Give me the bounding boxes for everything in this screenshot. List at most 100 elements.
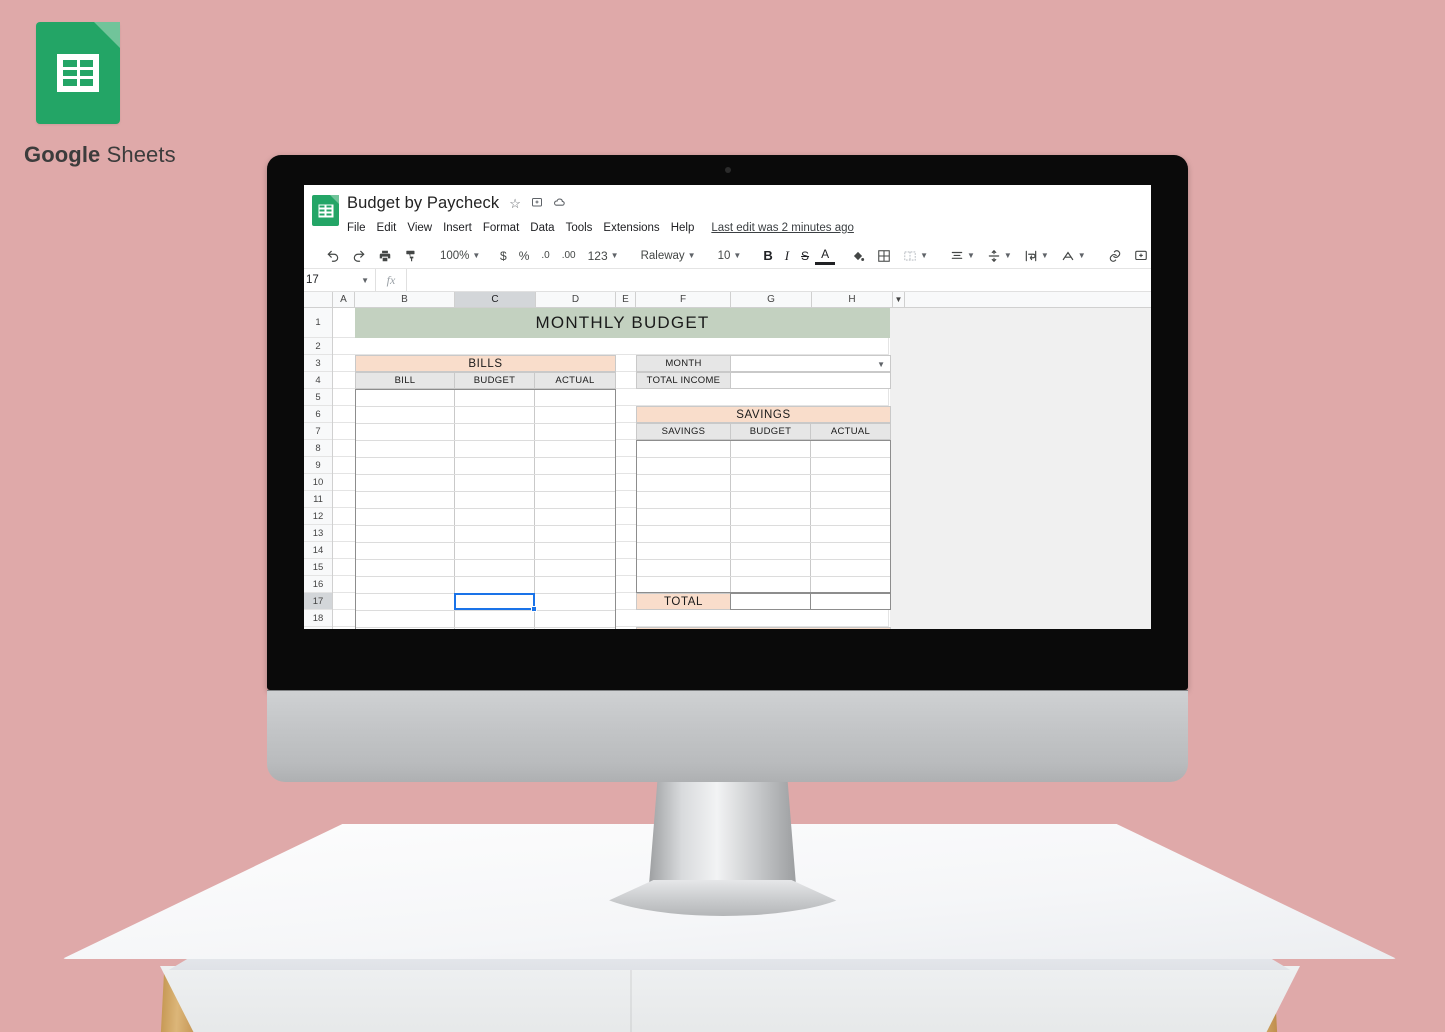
menu-item-extensions[interactable]: Extensions [603,222,659,234]
row-header-10[interactable]: 10 [304,474,332,491]
menu-item-format[interactable]: Format [483,222,519,234]
bills-col-bill: BILL [355,372,455,389]
column-header-e[interactable]: E [616,292,636,307]
row-header-6[interactable]: 6 [304,406,332,423]
paint-format-icon[interactable] [398,245,424,267]
row-header-12[interactable]: 12 [304,508,332,525]
row-header-7[interactable]: 7 [304,423,332,440]
insert-comment-icon[interactable] [1128,245,1151,267]
row-header-column: 1 2 3 4 5 6 7 8 9 10 11 12 13 14 15 16 1… [304,308,333,629]
text-wrap-icon[interactable]: ▼ [1018,245,1055,267]
savings-total-budget[interactable] [730,593,811,610]
font-size-value: 10 [717,249,731,262]
column-header-h[interactable]: H [812,292,893,307]
text-color-button[interactable]: A [815,247,836,265]
merge-cells-icon[interactable]: ▼ [897,245,934,267]
chevron-down-icon: ▼ [920,251,928,260]
strikethrough-button[interactable]: S [795,245,815,267]
currency-format-button[interactable]: $ [494,245,513,267]
document-header: Budget by Paycheck ☆ File Edit View Inse… [304,185,1151,237]
cloud-saved-icon[interactable] [553,196,566,211]
chevron-down-icon: ▼ [610,251,619,260]
doc-icon-grid [318,204,333,217]
move-to-folder-icon[interactable] [531,196,543,210]
star-icon[interactable]: ☆ [509,197,521,210]
menu-item-data[interactable]: Data [530,222,554,234]
chevron-down-icon: ▼ [687,251,696,260]
row-header-3[interactable]: 3 [304,355,332,372]
savings-section-header: SAVINGS [636,406,891,423]
row-header-13[interactable]: 13 [304,525,332,542]
insert-link-icon[interactable] [1102,245,1128,267]
month-value-dropdown[interactable]: ▼ [730,355,891,372]
row-header-19[interactable]: 19 [304,627,332,629]
debt-section-header: DEBT [636,627,891,629]
column-header-a[interactable]: A [333,292,355,307]
monthly-budget-banner: MONTHLY BUDGET [355,308,890,338]
bills-col-budget: BUDGET [454,372,535,389]
menu-item-edit[interactable]: Edit [377,222,397,234]
menu-item-tools[interactable]: Tools [566,222,593,234]
row-header-15[interactable]: 15 [304,559,332,576]
increase-decimal-button[interactable]: .00 [556,245,582,267]
menu-item-insert[interactable]: Insert [443,222,472,234]
select-all-corner[interactable] [304,292,333,307]
row-header-17[interactable]: 17 [304,593,332,610]
column-header-overflow[interactable]: ▼ [893,292,905,307]
font-size-selector[interactable]: 10 ▼ [712,245,748,267]
menu-item-file[interactable]: File [347,222,366,234]
google-sheets-icon [36,22,120,124]
menu-item-help[interactable]: Help [671,222,695,234]
savings-table-body[interactable] [636,440,891,593]
formula-input[interactable] [406,268,1151,292]
document-title[interactable]: Budget by Paycheck [347,194,499,213]
borders-icon[interactable] [871,245,897,267]
icon-page-fold [94,22,120,48]
fill-color-icon[interactable] [845,245,871,267]
document-sheets-icon [312,195,339,226]
italic-button[interactable]: I [779,245,795,267]
decrease-decimal-button[interactable]: .0 [535,245,555,267]
font-family-selector[interactable]: Raleway ▼ [635,245,702,267]
row-header-18[interactable]: 18 [304,610,332,627]
row-header-1[interactable]: 1 [304,308,332,338]
chevron-down-icon: ▼ [472,251,481,260]
monitor-screen: Budget by Paycheck ☆ File Edit View Inse… [304,185,1151,629]
row-header-5[interactable]: 5 [304,389,332,406]
monitor-bezel: Budget by Paycheck ☆ File Edit View Inse… [267,155,1188,690]
chevron-down-icon: ▼ [1077,251,1086,260]
webcam-icon [724,167,731,173]
zoom-selector[interactable]: 100% ▼ [434,245,484,267]
column-header-d[interactable]: D [536,292,616,307]
bills-table-body[interactable] [355,389,616,629]
column-header-b[interactable]: B [355,292,455,307]
document-meta: Budget by Paycheck ☆ File Edit View Inse… [347,191,1143,237]
column-header-f[interactable]: F [636,292,731,307]
bold-button[interactable]: B [757,245,778,267]
font-family-value: Raleway [640,249,685,262]
menu-item-view[interactable]: View [407,222,432,234]
undo-icon[interactable] [320,245,346,267]
row-header-16[interactable]: 16 [304,576,332,593]
column-header-g[interactable]: G [731,292,812,307]
column-header-c[interactable]: C [455,292,536,307]
number-format-selector[interactable]: 123 ▼ [582,245,625,267]
row-header-4[interactable]: 4 [304,372,332,389]
row-header-14[interactable]: 14 [304,542,332,559]
savings-total-actual[interactable] [810,593,891,610]
row-header-8[interactable]: 8 [304,440,332,457]
redo-icon[interactable] [346,245,372,267]
chevron-down-icon: ▼ [1040,251,1049,260]
name-box[interactable]: 17 ▼ [304,268,376,292]
row-header-2[interactable]: 2 [304,338,332,355]
horizontal-align-icon[interactable]: ▼ [944,245,981,267]
print-icon[interactable] [372,245,398,267]
text-rotation-icon[interactable]: ▼ [1055,245,1092,267]
row-header-9[interactable]: 9 [304,457,332,474]
row-header-11[interactable]: 11 [304,491,332,508]
percent-format-button[interactable]: % [513,245,536,267]
total-income-value[interactable] [730,372,891,389]
vertical-align-icon[interactable]: ▼ [981,245,1018,267]
savings-col-savings: SAVINGS [636,423,731,440]
last-edit-status[interactable]: Last edit was 2 minutes ago [711,222,854,234]
